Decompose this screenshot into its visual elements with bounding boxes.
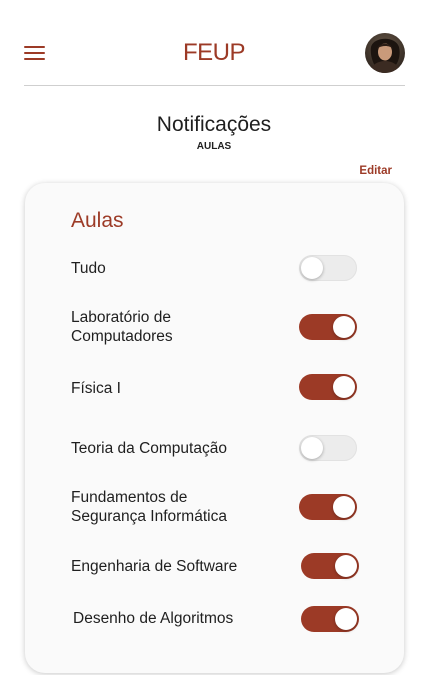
toggle-switch[interactable] bbox=[299, 314, 357, 340]
toggle-knob bbox=[301, 257, 323, 279]
toggle-knob bbox=[335, 555, 357, 577]
app-logo: FEUP bbox=[182, 39, 246, 66]
edit-button[interactable]: Editar bbox=[359, 163, 392, 179]
toggle-knob bbox=[333, 376, 355, 398]
toggle-switch[interactable] bbox=[299, 255, 357, 281]
setting-label: Fundamentos de Segurança Informática bbox=[71, 489, 227, 525]
setting-label: Teoria da Computação bbox=[71, 440, 227, 457]
page-subtitle: AULAS bbox=[196, 141, 232, 152]
setting-label: Laboratório de Computadores bbox=[71, 309, 173, 345]
setting-label: Engenharia de Software bbox=[71, 558, 238, 575]
toggle-knob bbox=[333, 316, 355, 338]
user-avatar[interactable] bbox=[365, 33, 405, 73]
avatar-icon bbox=[365, 33, 405, 73]
setting-label: Desenho de Algoritmos bbox=[73, 610, 234, 627]
toggle-knob bbox=[333, 496, 355, 518]
card-title: Aulas bbox=[71, 209, 124, 232]
toggle-switch[interactable] bbox=[301, 606, 359, 632]
header-divider bbox=[24, 85, 405, 86]
toggle-switch[interactable] bbox=[299, 435, 357, 461]
setting-label: Tudo bbox=[71, 260, 106, 277]
setting-label: Física I bbox=[71, 380, 121, 397]
toggle-switch[interactable] bbox=[299, 374, 357, 400]
toggle-switch[interactable] bbox=[299, 494, 357, 520]
toggle-switch[interactable] bbox=[301, 553, 359, 579]
toggle-knob bbox=[301, 437, 323, 459]
toggle-knob bbox=[335, 608, 357, 630]
page-title: Notificações bbox=[156, 113, 272, 136]
